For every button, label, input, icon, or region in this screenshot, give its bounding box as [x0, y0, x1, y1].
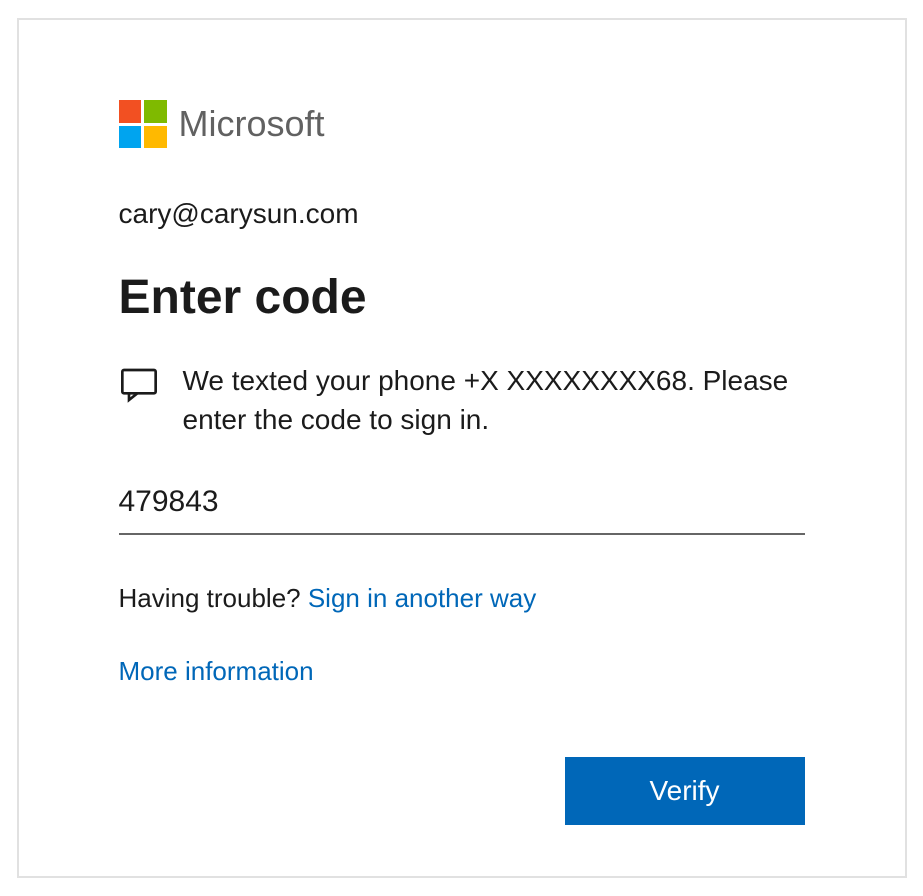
page-title: Enter code [119, 270, 805, 325]
sign-in-another-way-link[interactable]: Sign in another way [308, 583, 536, 613]
button-row: Verify [119, 757, 805, 825]
message-text: We texted your phone +X XXXXXXXX68. Plea… [183, 361, 805, 439]
microsoft-logo-icon [119, 100, 167, 148]
identity-email: cary@carysun.com [119, 198, 805, 230]
brand-name: Microsoft [179, 103, 325, 145]
trouble-prefix: Having trouble? [119, 583, 308, 613]
more-information-link[interactable]: More information [119, 656, 314, 686]
code-input[interactable] [119, 479, 805, 535]
verify-button[interactable]: Verify [565, 757, 805, 825]
trouble-row: Having trouble? Sign in another way [119, 583, 805, 614]
signin-card: Microsoft cary@carysun.com Enter code We… [17, 18, 907, 878]
brand-row: Microsoft [119, 100, 805, 148]
sms-icon [119, 365, 159, 405]
message-row: We texted your phone +X XXXXXXXX68. Plea… [119, 361, 805, 439]
